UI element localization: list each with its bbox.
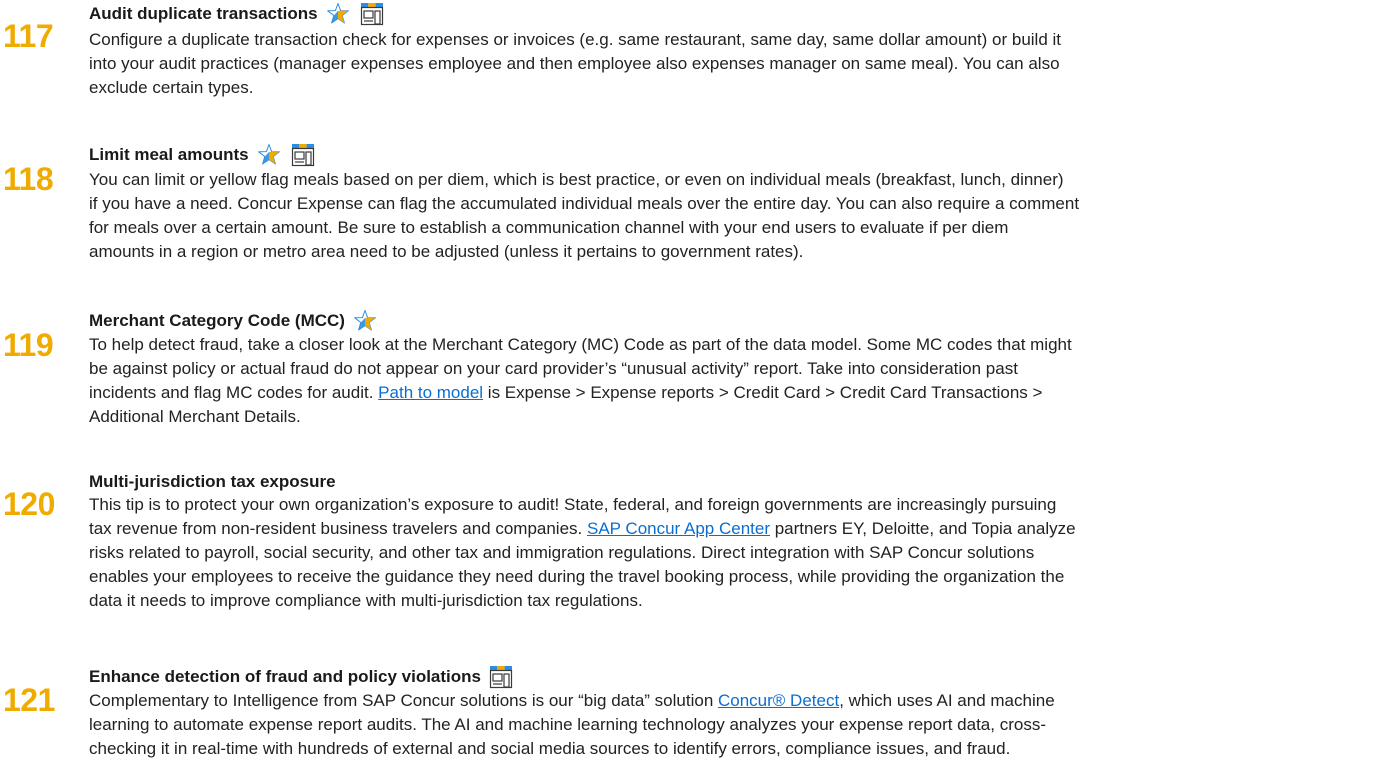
tip-body: Configure a duplicate transaction check … bbox=[89, 28, 1389, 100]
tip-body: To help detect fraud, take a closer look… bbox=[89, 333, 1389, 429]
tip-title-text: Multi-jurisdiction tax exposure bbox=[89, 472, 336, 491]
tip-number: 118 bbox=[3, 161, 54, 197]
tip-line: exclude certain types. bbox=[89, 78, 254, 97]
tip-line: Additional Merchant Details. bbox=[89, 407, 301, 426]
tip-title: Audit duplicate transactions bbox=[89, 0, 384, 28]
storefront-icon bbox=[360, 2, 384, 26]
tip-line: checking it in real-time with hundreds o… bbox=[89, 739, 1011, 758]
tip-title-text: Enhance detection of fraud and policy vi… bbox=[89, 667, 481, 686]
star-icon bbox=[257, 143, 281, 167]
path-to-model-link[interactable]: Path to model bbox=[378, 383, 483, 402]
tip-line: You can limit or yellow flag meals based… bbox=[89, 170, 1064, 189]
tip-title-text: Limit meal amounts bbox=[89, 145, 249, 164]
star-icon bbox=[353, 309, 377, 333]
app-center-link[interactable]: SAP Concur App Center bbox=[587, 519, 770, 538]
storefront-icon bbox=[489, 665, 513, 689]
tip-line: This tip is to protect your own organiza… bbox=[89, 495, 1057, 514]
tip-line: amounts in a region or metro area need t… bbox=[89, 242, 804, 261]
tip-number: 121 bbox=[3, 682, 55, 718]
tip-title: Merchant Category Code (MCC) bbox=[89, 307, 377, 335]
storefront-icon bbox=[291, 143, 315, 167]
tip-line: risks related to payroll, social securit… bbox=[89, 543, 1035, 562]
tip-line: incidents and flag MC codes for audit. P… bbox=[89, 383, 1043, 402]
tip-line: Complementary to Intelligence from SAP C… bbox=[89, 691, 1055, 710]
tip-number: 120 bbox=[3, 486, 55, 522]
tip-line: learning to automate expense report audi… bbox=[89, 715, 1046, 734]
tip-line: for meals over a certain amount. Be sure… bbox=[89, 218, 1009, 237]
tip-body: Complementary to Intelligence from SAP C… bbox=[89, 689, 1389, 761]
tip-line: Configure a duplicate transaction check … bbox=[89, 30, 1062, 49]
tip-line: if you have a need. Concur Expense can f… bbox=[89, 194, 1080, 213]
tip-line: To help detect fraud, take a closer look… bbox=[89, 335, 1072, 354]
concur-detect-link[interactable]: Concur® Detect bbox=[718, 691, 839, 710]
tip-body: You can limit or yellow flag meals based… bbox=[89, 168, 1389, 264]
tip-line: tax revenue from non-resident business t… bbox=[89, 519, 1076, 538]
tip-line: into your audit practices (manager expen… bbox=[89, 54, 1060, 73]
tip-title: Enhance detection of fraud and policy vi… bbox=[89, 663, 513, 691]
tip-number: 119 bbox=[3, 327, 54, 363]
tip-title: Multi-jurisdiction tax exposure bbox=[89, 468, 336, 496]
tip-line: enables your employees to receive the gu… bbox=[89, 567, 1065, 586]
tip-title-text: Merchant Category Code (MCC) bbox=[89, 311, 345, 330]
tip-title: Limit meal amounts bbox=[89, 141, 315, 169]
tip-body: This tip is to protect your own organiza… bbox=[89, 493, 1389, 613]
tip-number: 117 bbox=[3, 18, 54, 54]
tip-line: be against policy or actual fraud do not… bbox=[89, 359, 1018, 378]
star-icon bbox=[326, 2, 350, 26]
tip-line: data it needs to improve compliance with… bbox=[89, 591, 643, 610]
tip-title-text: Audit duplicate transactions bbox=[89, 4, 318, 23]
